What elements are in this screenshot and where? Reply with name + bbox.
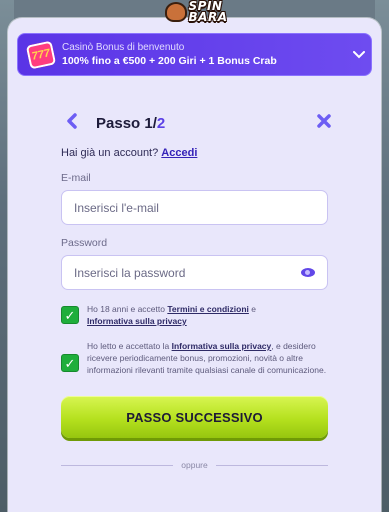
password-placeholder: Inserisci la password (74, 265, 186, 280)
privacy-link[interactable]: Informativa sulla privacy (87, 316, 187, 326)
login-link[interactable]: Accedi (161, 147, 197, 159)
password-label: Password (61, 237, 108, 249)
back-arrow-icon[interactable] (66, 112, 88, 134)
step-header: Passo 1/2 (66, 112, 332, 134)
logo-text: SPIN BARA (188, 0, 228, 24)
password-field[interactable]: Inserisci la password (61, 255, 328, 290)
capybara-icon (164, 2, 187, 22)
close-icon[interactable] (316, 113, 332, 134)
account-prompt: Hai già un account? Accedi (61, 147, 198, 159)
terms-link[interactable]: Termini e condizioni (167, 304, 249, 314)
email-label: E-mail (61, 172, 91, 184)
email-placeholder: Inserisci l'e-mail (74, 200, 159, 215)
divider: oppure (61, 460, 328, 470)
logo: SPIN BARA (158, 0, 234, 24)
slot-777-icon: 777 (25, 40, 57, 69)
bonus-subtitle: 100% fino a €500 + 200 Giri + 1 Bonus Cr… (62, 55, 277, 67)
privacy-link-2[interactable]: Informativa sulla privacy (172, 341, 272, 351)
eye-icon[interactable] (301, 268, 315, 277)
bonus-title: Casinò Bonus di benvenuto (62, 42, 185, 53)
divider-label: oppure (181, 460, 208, 470)
marketing-consent-checkbox[interactable]: ✓ (61, 354, 79, 372)
welcome-bonus-banner[interactable]: 777 Casinò Bonus di benvenuto 100% fino … (17, 33, 372, 76)
age-terms-text: Ho 18 anni e accetto Termini e condizion… (87, 304, 256, 326)
step-indicator: Passo 1/2 (96, 114, 166, 132)
chevron-down-icon[interactable] (347, 50, 371, 59)
age-terms-checkbox[interactable]: ✓ (61, 306, 79, 324)
marketing-consent-text: Ho letto e accettato la Informativa sull… (87, 341, 327, 375)
email-field[interactable]: Inserisci l'e-mail (61, 190, 328, 225)
bonus-text: Casinò Bonus di benvenuto 100% fino a €5… (62, 41, 347, 68)
next-step-button[interactable]: PASSO SUCCESSIVO (61, 396, 328, 438)
